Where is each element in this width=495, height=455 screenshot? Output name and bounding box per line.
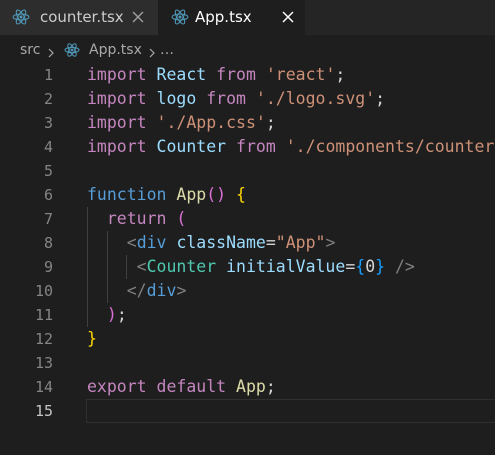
line-number: 14 — [34, 378, 53, 396]
code-line: 1 import React from 'react'; — [0, 63, 495, 87]
line-number: 9 — [43, 258, 53, 276]
react-icon — [12, 8, 30, 26]
line-number: 12 — [34, 330, 53, 348]
code-text: import Counter from './components/counte… — [87, 137, 495, 156]
code-line: 13 — [0, 351, 495, 375]
tab-app-tsx[interactable]: App.tsx — [158, 0, 305, 35]
code-line: 11 ); — [0, 303, 495, 327]
breadcrumb: src App.tsx … — [0, 35, 495, 65]
breadcrumb-folder[interactable]: src — [20, 41, 40, 59]
line-number: 15 — [34, 402, 53, 420]
code-text: import logo from './logo.svg'; — [87, 89, 386, 108]
react-icon — [64, 42, 80, 58]
tab-label: App.tsx — [195, 8, 252, 26]
code-text: function App() { — [87, 185, 246, 204]
close-icon[interactable] — [130, 9, 146, 25]
code-line: 12 } — [0, 327, 495, 351]
tab-label: counter.tsx — [40, 8, 124, 26]
code-text: ); — [106, 305, 127, 324]
code-line: 2 import logo from './logo.svg'; — [0, 87, 495, 111]
line-number: 1 — [43, 66, 53, 84]
line-number: 4 — [43, 138, 53, 156]
code-text: import './App.css'; — [87, 113, 276, 132]
code-line: 7 return ( — [0, 207, 495, 231]
line-number: 11 — [34, 306, 53, 324]
code-text: </div> — [126, 281, 187, 300]
close-icon[interactable] — [280, 9, 296, 25]
current-line-highlight — [86, 399, 495, 423]
code-text: return ( — [106, 209, 187, 228]
breadcrumb-more[interactable]: … — [160, 41, 174, 59]
line-number: 13 — [34, 354, 53, 372]
code-text: export default App; — [87, 377, 276, 396]
breadcrumb-file[interactable]: App.tsx — [89, 41, 142, 59]
code-line: 10 </div> — [0, 279, 495, 303]
line-number: 8 — [43, 234, 53, 252]
code-text: import React from 'react'; — [87, 65, 346, 84]
current-line[interactable]: 15 — [0, 399, 495, 423]
chevron-right-icon — [46, 45, 56, 58]
react-icon — [171, 8, 189, 26]
line-number: 5 — [43, 162, 53, 180]
code-line: 5 — [0, 159, 495, 183]
code-line: 6 function App() { — [0, 183, 495, 207]
line-number: 3 — [43, 114, 53, 132]
line-number: 2 — [43, 90, 53, 108]
code-line: 14 export default App; — [0, 375, 495, 399]
code-editor[interactable]: 1 import React from 'react'; 2 import lo… — [0, 63, 495, 455]
line-number: 7 — [43, 210, 53, 228]
code-line: 9 <Counter initialValue={0} /> — [0, 255, 495, 279]
code-line: 4 import Counter from './components/coun… — [0, 135, 495, 159]
tab-counter-tsx[interactable]: counter.tsx — [0, 0, 158, 35]
line-number: 10 — [34, 282, 53, 300]
chevron-right-icon — [147, 45, 157, 58]
line-number: 6 — [43, 186, 53, 204]
tab-bar: counter.tsx App.tsx — [0, 0, 495, 35]
code-text: <Counter initialValue={0} /> — [136, 257, 415, 276]
code-line: 8 <div className="App"> — [0, 231, 495, 255]
code-text: <div className="App"> — [126, 233, 336, 252]
code-line: 3 import './App.css'; — [0, 111, 495, 135]
code-text: } — [87, 329, 97, 348]
